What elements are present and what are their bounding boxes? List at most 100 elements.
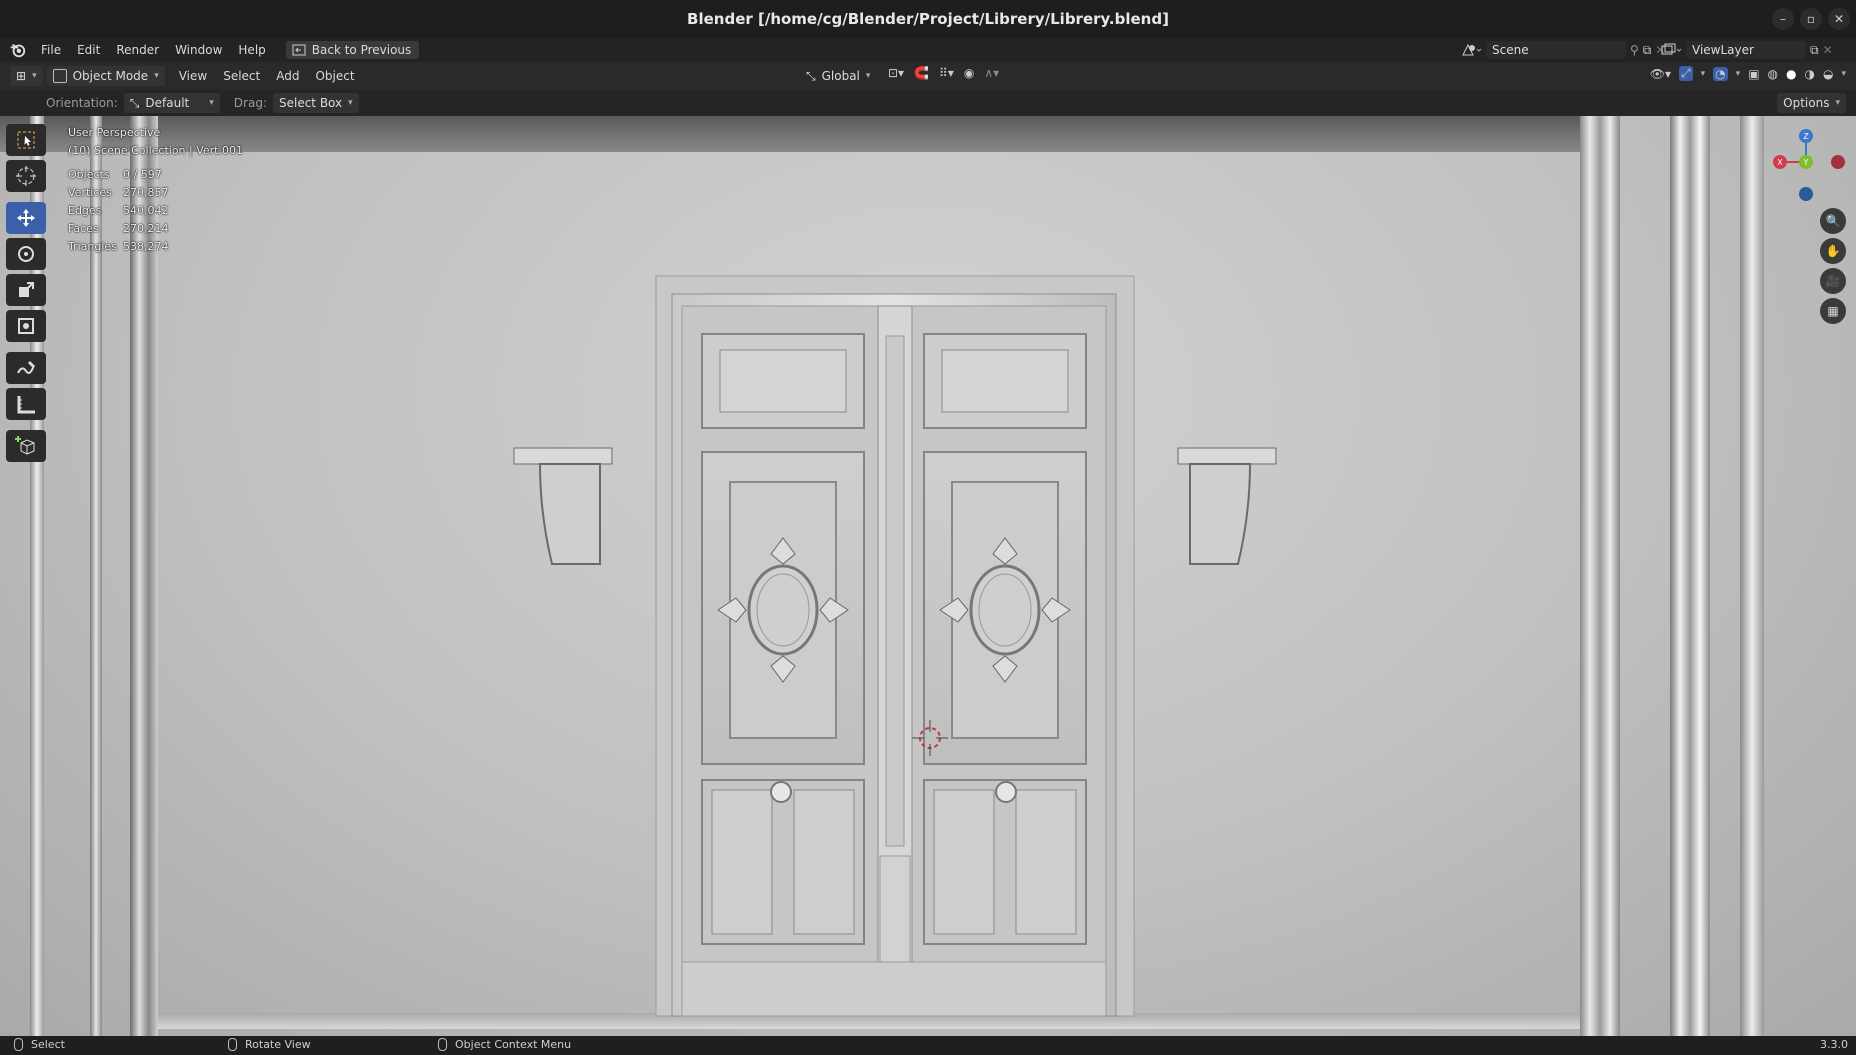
camera-icon: 🎥 [1825,274,1841,288]
snap-icon[interactable]: 🧲 [914,66,929,80]
stat-triangles: Triangles 538,274 [68,240,169,253]
tool-shelf [6,124,50,466]
menu-add[interactable]: Add [268,64,307,88]
annotate-icon [17,361,35,374]
stat-faces: Faces 270,214 [68,222,169,235]
back-to-previous-button[interactable]: Back to Previous [285,41,420,59]
zoom-view-button[interactable]: 🔍 [1820,208,1846,234]
solid-shading-icon[interactable]: ● [1786,67,1796,81]
viewlayer-selector-icon[interactable] [1660,42,1682,58]
menu-file[interactable]: File [33,38,69,62]
mouse-middle-icon [228,1038,237,1051]
hand-icon: ✋ [1825,244,1841,258]
gizmo-z-label: Z [1803,132,1809,141]
left-corbel [513,447,613,565]
select-box-tool[interactable] [6,124,46,156]
new-scene-icon[interactable]: ⧉ [1643,43,1652,58]
menu-edit[interactable]: Edit [69,38,108,62]
mode-label: Object Mode [72,69,149,83]
grid-icon: ▦ [1827,304,1839,318]
scene-selector-icon[interactable] [1460,42,1482,58]
menu-render[interactable]: Render [108,38,167,62]
gizmo-y-label: Y [1803,158,1809,167]
visibility-icon[interactable]: 👁▾ [1650,67,1671,81]
camera-view-button[interactable]: 🎥 [1820,268,1846,294]
pan-view-button[interactable]: ✋ [1820,238,1846,264]
collection-label: (10) Scene Collection | Vert.001 [68,144,243,157]
mouse-left-icon [14,1038,23,1051]
gizmo-toggle-icon[interactable]: ⤢ [1679,66,1693,81]
measure-tool[interactable] [6,388,46,420]
menu-object[interactable]: Object [307,64,362,88]
stat-vertices: Vertices 270,857 [68,186,169,199]
add-cube-icon [15,436,35,455]
rotate-icon [18,246,34,262]
minimize-button[interactable]: – [1772,8,1794,30]
editor-type-icon: ⊞ [16,69,27,83]
editor-type-dropdown[interactable]: ⊞ ▾ [10,66,43,86]
orientation-dropdown[interactable]: ⤡ Default ▾ [123,93,220,113]
stat-edges: Edges 540,042 [68,204,169,217]
cursor-tool-icon [16,166,36,186]
restore-button[interactable]: ▫ [1800,8,1822,30]
scale-tool[interactable] [6,274,46,306]
options-label: Options [1783,96,1830,110]
material-shading-icon[interactable]: ◑ [1805,67,1815,81]
gizmo-neg-x-axis[interactable] [1831,155,1845,169]
new-viewlayer-icon[interactable]: ⧉ [1810,43,1819,58]
top-menubar: File Edit Render Window Help Back to Pre… [0,38,1856,62]
rotate-tool[interactable] [6,238,46,270]
add-cube-tool[interactable] [6,430,46,462]
snap-target-icon[interactable]: ⠿▾ [939,66,954,80]
close-button[interactable]: ✕ [1828,8,1850,30]
pivot-point-icon[interactable]: ⊡▾ [888,66,904,80]
viewport-header: ⊞ ▾ Object Mode ▾ View Select Add Object … [0,62,1856,90]
3d-viewport[interactable]: User Perspective (10) Scene Collection |… [0,116,1856,1036]
overlay-toggle-icon[interactable]: ◔ [1713,66,1728,81]
status-context-menu: Object Context Menu [455,1038,572,1051]
status-rotate-view: Rotate View [245,1038,311,1051]
menu-select[interactable]: Select [215,64,268,88]
transform-orientation-dropdown[interactable]: ⤡ Global ▾ [800,66,876,86]
transform-tool[interactable] [6,310,46,342]
transform-icon [18,318,34,334]
blender-version: 3.3.0 [1820,1038,1848,1051]
blender-logo-icon[interactable] [9,41,27,59]
measure-icon [17,396,35,414]
move-tool[interactable] [6,202,46,234]
orientation-axes-icon: ⤡ [806,68,816,83]
scene-field[interactable]: Scene [1486,41,1626,59]
window-titlebar: Blender [/home/cg/Blender/Project/Librer… [0,0,1856,38]
proportional-editing-icon[interactable]: ◉ [964,66,974,80]
navigation-gizmo[interactable]: Z X Y [1766,122,1846,202]
ortho-toggle-button[interactable]: ▦ [1820,298,1846,324]
menu-window[interactable]: Window [167,38,230,62]
rendered-shading-icon[interactable]: ◒ [1823,67,1833,81]
move-icon [17,209,35,227]
viewlayer-name: ViewLayer [1692,43,1754,57]
left-door-knob [770,781,792,803]
status-bar: Select Rotate View Object Context Menu 3… [0,1036,1856,1055]
gizmo-x-label: X [1777,158,1783,167]
transform-orientation-label: Global [821,69,860,83]
select-box-icon [17,131,35,149]
scene-pin-icon[interactable]: ⚲ [1630,43,1639,57]
cursor-tool[interactable] [6,160,46,192]
menu-view[interactable]: View [171,64,215,88]
annotate-tool[interactable] [6,352,46,384]
scene-name: Scene [1492,43,1529,57]
scale-icon [19,282,34,297]
viewlayer-field[interactable]: ViewLayer [1686,41,1806,59]
xray-icon[interactable]: ▣ [1748,67,1759,81]
options-dropdown[interactable]: Options ▾ [1777,93,1846,113]
menu-help[interactable]: Help [230,38,273,62]
wireframe-shading-icon[interactable]: ◍ [1768,67,1778,81]
back-icon [292,44,306,56]
drag-dropdown[interactable]: Select Box ▾ [272,93,359,113]
mode-dropdown[interactable]: Object Mode ▾ [46,66,165,86]
falloff-icon[interactable]: ∧▾ [984,66,999,80]
perspective-label: User Perspective [68,126,161,139]
gizmo-neg-z-axis[interactable] [1799,187,1813,201]
door-model[interactable] [0,116,1856,1036]
delete-viewlayer-icon[interactable]: ✕ [1823,43,1833,57]
